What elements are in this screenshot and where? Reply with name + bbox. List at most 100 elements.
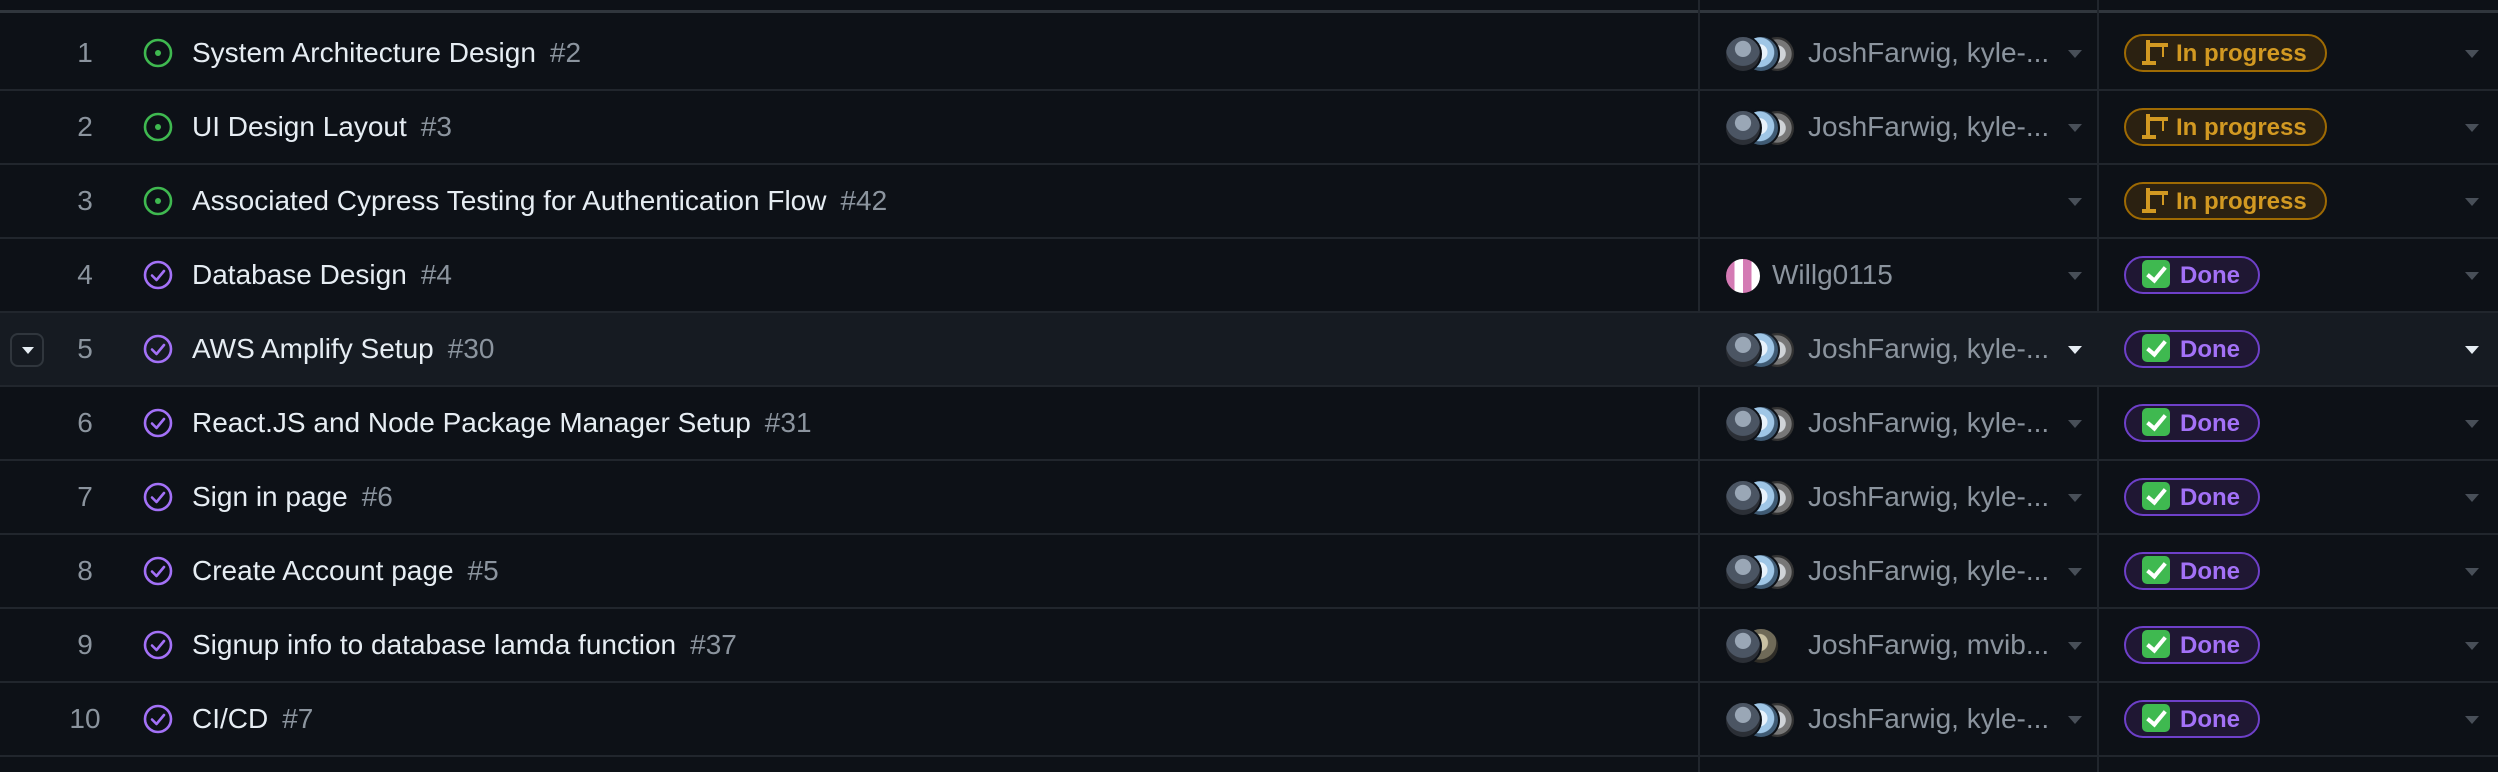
assignees-text: JoshFarwig, kyle-...: [1808, 407, 2050, 438]
table-row[interactable]: 9 Signup info to database lamda function…: [0, 609, 2498, 683]
status-chevron-down-icon[interactable]: [2465, 642, 2479, 650]
assignees-chevron-down-icon[interactable]: [2068, 346, 2082, 354]
assignees-text: Willg0115: [1772, 259, 1893, 290]
item-title[interactable]: AWS Amplify Setup: [192, 333, 434, 364]
status-badge[interactable]: Done: [2124, 700, 2260, 738]
closed-issue-icon: [143, 704, 173, 734]
status-chevron-down-icon[interactable]: [2465, 346, 2479, 354]
row-menu-button[interactable]: [10, 333, 44, 367]
table-row[interactable]: 6 React.JS and Node Package Manager Setu…: [0, 387, 2498, 461]
open-issue-icon: [143, 186, 173, 216]
row-number: 9: [77, 629, 93, 660]
item-title-cell[interactable]: React.JS and Node Package Manager Setup #…: [192, 387, 812, 459]
assignees-cell[interactable]: JoshFarwig, kyle-...: [1724, 313, 2094, 385]
assignees-chevron-down-icon[interactable]: [2068, 642, 2082, 650]
status-label: Done: [2180, 484, 2240, 511]
status-badge[interactable]: Done: [2124, 404, 2260, 442]
status-badge[interactable]: Done: [2124, 478, 2260, 516]
item-title-cell[interactable]: CI/CD #7: [192, 683, 313, 755]
status-chevron-down-icon[interactable]: [2465, 494, 2479, 502]
assignees-chevron-down-icon[interactable]: [2068, 272, 2082, 280]
status-chevron-down-icon[interactable]: [2465, 716, 2479, 724]
item-title[interactable]: Database Design: [192, 259, 407, 290]
row-number: 7: [77, 481, 93, 512]
status-label: Done: [2180, 262, 2240, 289]
assignees-cell[interactable]: [1724, 165, 2094, 237]
item-title[interactable]: System Architecture Design: [192, 37, 536, 68]
status-label: Done: [2180, 336, 2240, 363]
status-chevron-down-icon[interactable]: [2465, 568, 2479, 576]
assignees-chevron-down-icon[interactable]: [2068, 420, 2082, 428]
assignees-chevron-down-icon[interactable]: [2068, 716, 2082, 724]
item-title[interactable]: UI Design Layout: [192, 111, 407, 142]
assignees-cell[interactable]: JoshFarwig, kyle-...: [1724, 461, 2094, 533]
table-row[interactable]: 8 Create Account page #5 JoshFarwig, kyle…: [0, 535, 2498, 609]
avatar-stack: [1724, 405, 1804, 443]
status-chevron-down-icon[interactable]: [2465, 420, 2479, 428]
issue-number: #7: [282, 703, 314, 734]
status-chevron-down-icon[interactable]: [2465, 198, 2479, 206]
status-badge[interactable]: Done: [2124, 552, 2260, 590]
item-title-cell[interactable]: Create Account page #5: [192, 535, 499, 607]
status-badge[interactable]: In progress: [2124, 34, 2327, 72]
check-mark-icon: [2142, 408, 2170, 436]
row-number: 5: [77, 333, 93, 364]
table-row[interactable]: 5 AWS Amplify Setup #30 JoshFarwig, kyle-…: [0, 313, 2498, 387]
item-title-cell[interactable]: Database Design #4: [192, 239, 452, 311]
status-badge[interactable]: In progress: [2124, 182, 2327, 220]
table-row[interactable]: 10 CI/CD #7 JoshFarwig, kyle-... Done: [0, 683, 2498, 757]
assignees-cell[interactable]: JoshFarwig, kyle-...: [1724, 17, 2094, 89]
assignees-cell[interactable]: JoshFarwig, kyle-...: [1724, 387, 2094, 459]
avatar-stack: [1724, 627, 1804, 665]
construction-crane-icon: [2142, 187, 2168, 213]
assignees-text: JoshFarwig, kyle-...: [1808, 333, 2050, 364]
assignees-chevron-down-icon[interactable]: [2068, 124, 2082, 132]
row-number: 3: [77, 185, 93, 216]
status-badge[interactable]: Done: [2124, 626, 2260, 664]
issue-number: #4: [420, 259, 452, 290]
row-number: 6: [77, 407, 93, 438]
status-chevron-down-icon[interactable]: [2465, 50, 2479, 58]
item-title-cell[interactable]: Associated Cypress Testing for Authentic…: [192, 165, 887, 237]
status-chevron-down-icon[interactable]: [2465, 124, 2479, 132]
assignees-chevron-down-icon[interactable]: [2068, 198, 2082, 206]
assignees-cell[interactable]: JoshFarwig, kyle-...: [1724, 535, 2094, 607]
issue-number: #37: [690, 629, 737, 660]
item-title[interactable]: Signup info to database lamda function: [192, 629, 676, 660]
item-title-cell[interactable]: Sign in page #6: [192, 461, 393, 533]
row-number: 1: [77, 37, 93, 68]
assignees-cell[interactable]: JoshFarwig, kyle-...: [1724, 91, 2094, 163]
status-badge[interactable]: In progress: [2124, 108, 2327, 146]
construction-crane-icon: [2142, 113, 2168, 139]
avatar-stack: [1724, 109, 1804, 147]
status-chevron-down-icon[interactable]: [2465, 272, 2479, 280]
assignees-cell[interactable]: Willg0115: [1724, 239, 2094, 311]
table-row[interactable]: 2 UI Design Layout #3 JoshFarwig, kyle-..…: [0, 91, 2498, 165]
item-title-cell[interactable]: Signup info to database lamda function #3…: [192, 609, 737, 681]
item-title-cell[interactable]: System Architecture Design #2: [192, 17, 581, 89]
table-row[interactable]: 7 Sign in page #6 JoshFarwig, kyle-... Do…: [0, 461, 2498, 535]
open-issue-icon: [143, 112, 173, 142]
item-title[interactable]: Associated Cypress Testing for Authentic…: [192, 185, 826, 216]
item-title-cell[interactable]: UI Design Layout #3: [192, 91, 452, 163]
closed-issue-icon: [143, 482, 173, 512]
assignees-chevron-down-icon[interactable]: [2068, 50, 2082, 58]
assignees-cell[interactable]: JoshFarwig, mvib...: [1724, 609, 2094, 681]
assignees-chevron-down-icon[interactable]: [2068, 494, 2082, 502]
item-title[interactable]: Sign in page: [192, 481, 348, 512]
item-title-cell[interactable]: AWS Amplify Setup #30: [192, 313, 494, 385]
item-title[interactable]: Create Account page: [192, 555, 454, 586]
closed-issue-icon: [143, 260, 173, 290]
status-badge[interactable]: Done: [2124, 330, 2260, 368]
check-mark-icon: [2142, 704, 2170, 732]
table-row[interactable]: 3 Associated Cypress Testing for Authent…: [0, 165, 2498, 239]
item-title[interactable]: CI/CD: [192, 703, 268, 734]
table-row[interactable]: 4 Database Design #4 Willg0115 Done: [0, 239, 2498, 313]
status-badge[interactable]: Done: [2124, 256, 2260, 294]
assignees-chevron-down-icon[interactable]: [2068, 568, 2082, 576]
check-mark-icon: [2142, 630, 2170, 658]
project-table: 1 System Architecture Design #2 JoshFarwi…: [0, 0, 2498, 772]
item-title[interactable]: React.JS and Node Package Manager Setup: [192, 407, 751, 438]
assignees-cell[interactable]: JoshFarwig, kyle-...: [1724, 683, 2094, 755]
table-row[interactable]: 1 System Architecture Design #2 JoshFarwi…: [0, 17, 2498, 91]
